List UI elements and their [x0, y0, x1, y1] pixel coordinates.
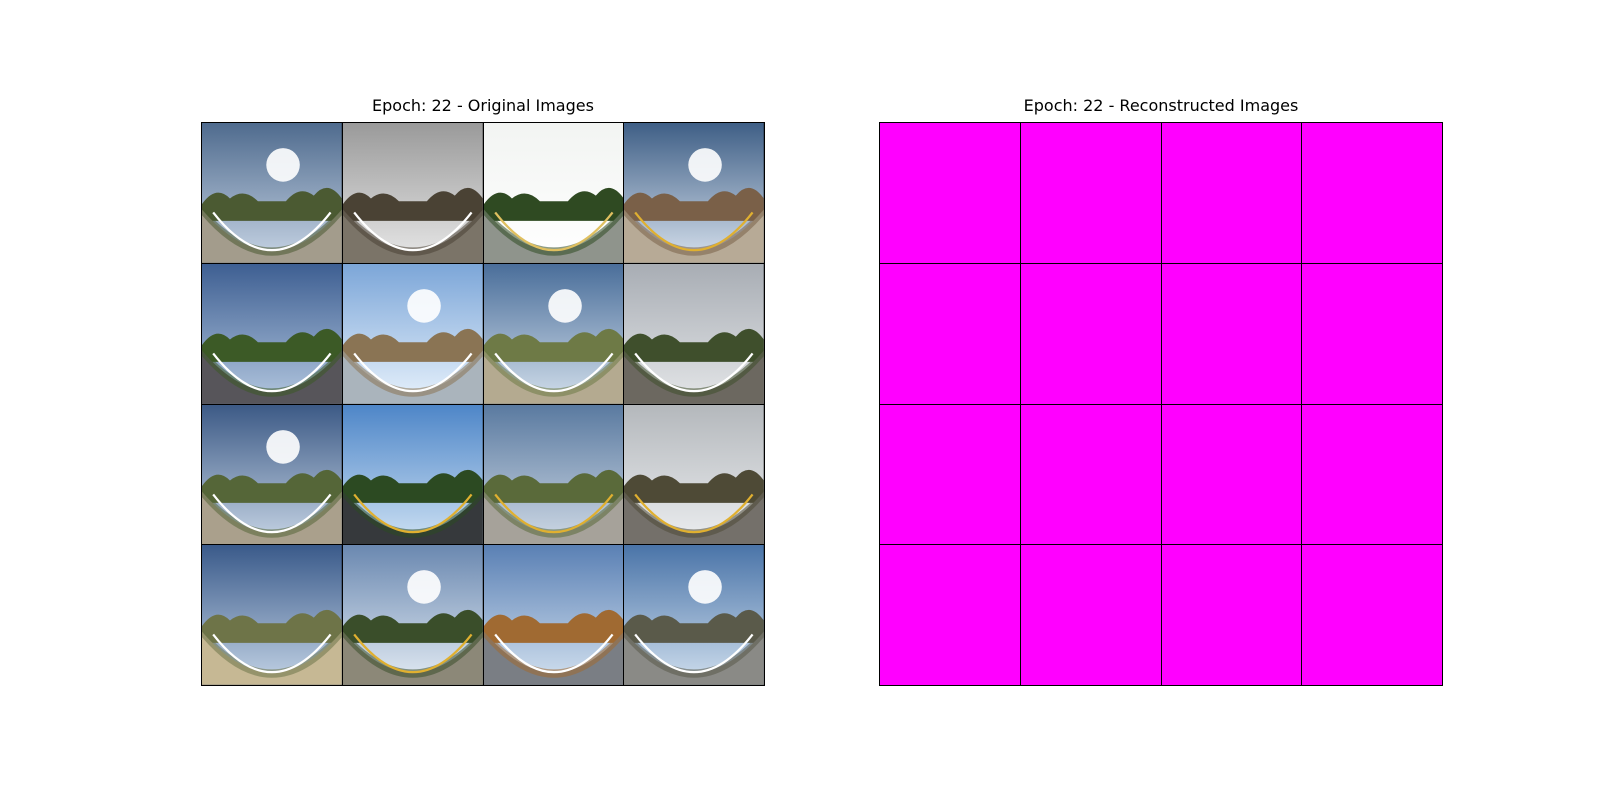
sun: [688, 570, 723, 604]
reconstructed-image-tile: [880, 404, 1020, 545]
sun: [547, 288, 582, 323]
reconstructed-image-tile: [880, 123, 1020, 263]
reconstructed-image-tile: [1161, 263, 1302, 404]
panorama-thumbnail: [483, 545, 624, 685]
reconstructed-images-grid: [879, 122, 1443, 686]
reconstructed-image-tile: [1020, 545, 1161, 685]
original-image-tile: [202, 404, 342, 545]
sun: [688, 148, 723, 182]
reconstructed-image-tile: [1020, 263, 1161, 404]
original-image-tile: [624, 263, 764, 404]
original-images-grid: [201, 122, 765, 686]
reconstructed-image-tile: [1302, 123, 1442, 263]
original-image-tile: [342, 123, 483, 263]
panorama-thumbnail: [342, 404, 483, 545]
panorama-thumbnail: [202, 263, 342, 404]
reconstructed-image-tile: [1161, 123, 1302, 263]
reconstructed-image-tile: [1302, 545, 1442, 685]
original-image-tile: [342, 404, 483, 545]
reconstructed-image-tile: [1302, 263, 1442, 404]
panorama-thumbnail: [624, 545, 764, 685]
reconstructed-image-tile: [1161, 404, 1302, 545]
panorama-thumbnail: [483, 263, 624, 404]
panorama-thumbnail: [342, 545, 483, 685]
reconstructed-image-tile: [880, 545, 1020, 685]
panorama-thumbnail: [342, 263, 483, 404]
sun: [407, 288, 441, 323]
reconstructed-images-title: Epoch: 22 - Reconstructed Images: [1023, 96, 1299, 115]
original-image-tile: [624, 545, 764, 685]
original-images-title: Epoch: 22 - Original Images: [372, 96, 594, 115]
panorama-thumbnail: [202, 545, 342, 685]
original-image-tile: [342, 263, 483, 404]
panorama-thumbnail: [624, 123, 764, 263]
panorama-thumbnail: [624, 404, 764, 545]
original-image-tile: [342, 545, 483, 685]
original-image-tile: [202, 545, 342, 685]
reconstructed-image-tile: [1020, 404, 1161, 545]
panorama-thumbnail: [342, 123, 483, 263]
reconstructed-image-tile: [1020, 123, 1161, 263]
original-image-tile: [483, 123, 624, 263]
original-image-tile: [624, 404, 764, 545]
panorama-thumbnail: [483, 123, 624, 263]
reconstructed-image-tile: [880, 263, 1020, 404]
original-image-tile: [483, 404, 624, 545]
sun: [266, 148, 300, 182]
reconstructed-image-tile: [1161, 545, 1302, 685]
reconstructed-image-tile: [1302, 404, 1442, 545]
sun: [407, 570, 441, 604]
panorama-thumbnail: [202, 123, 342, 263]
original-image-tile: [624, 123, 764, 263]
panorama-thumbnail: [624, 263, 764, 404]
panorama-thumbnail: [483, 404, 624, 545]
original-image-tile: [202, 123, 342, 263]
panorama-thumbnail: [202, 404, 342, 545]
original-image-tile: [483, 545, 624, 685]
original-image-tile: [202, 263, 342, 404]
original-image-tile: [483, 263, 624, 404]
sun: [266, 429, 300, 464]
